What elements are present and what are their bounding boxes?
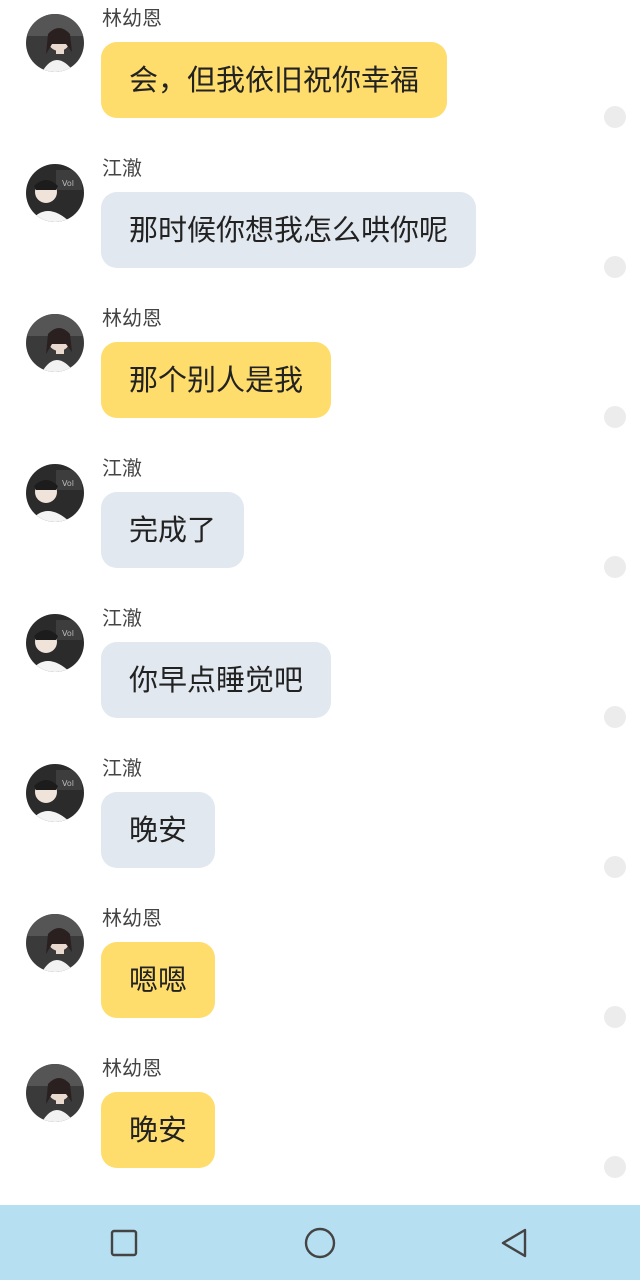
message-bubble[interactable]: 晚安 [101, 1092, 216, 1168]
sender-name: 江澈 [102, 456, 142, 480]
message-bubble[interactable]: 晚安 [101, 792, 216, 868]
avatar-jiang-che[interactable]: Vol [26, 464, 84, 522]
status-dot [604, 1006, 626, 1028]
status-dot [604, 406, 626, 428]
message-list[interactable]: 林幼恩 会，但我依旧祝你幸福 Vol 江澈 那时候你想我怎么哄你呢 林幼恩 那个… [0, 0, 640, 1205]
message-bubble[interactable]: 嗯嗯 [101, 942, 216, 1018]
chat-screen: 林幼恩 会，但我依旧祝你幸福 Vol 江澈 那时候你想我怎么哄你呢 林幼恩 那个… [0, 0, 640, 1280]
status-dot [604, 706, 626, 728]
message-row: Vol 江澈 那时候你想我怎么哄你呢 [0, 150, 640, 300]
message-row: 林幼恩 会，但我依旧祝你幸福 [0, 0, 640, 150]
home-button[interactable] [298, 1221, 342, 1265]
message-bubble[interactable]: 会，但我依旧祝你幸福 [101, 42, 448, 118]
sender-name: 江澈 [102, 606, 142, 630]
status-dot [604, 256, 626, 278]
circle-icon [304, 1227, 336, 1259]
square-icon [110, 1229, 138, 1257]
sender-name: 林幼恩 [102, 906, 162, 930]
message-bubble[interactable]: 完成了 [101, 492, 245, 568]
sender-name: 江澈 [102, 156, 142, 180]
message-bubble[interactable]: 那时候你想我怎么哄你呢 [101, 192, 477, 268]
message-bubble[interactable]: 那个别人是我 [101, 342, 332, 418]
system-navigation-bar [0, 1205, 640, 1280]
sender-name: 林幼恩 [102, 306, 162, 330]
sender-name: 江澈 [102, 756, 142, 780]
message-row: Vol 江澈 你早点睡觉吧 [0, 600, 640, 750]
message-row: 林幼恩 嗯嗯 [0, 900, 640, 1050]
message-row: Vol 江澈 晚安 [0, 750, 640, 900]
avatar-lin-youen[interactable] [26, 14, 84, 72]
message-row: 林幼恩 晚安 [0, 1050, 640, 1200]
avatar-jiang-che[interactable]: Vol [26, 764, 84, 822]
avatar-lin-youen[interactable] [26, 914, 84, 972]
recent-apps-button[interactable] [102, 1221, 146, 1265]
svg-text:Vol: Vol [62, 779, 74, 788]
avatar-jiang-che[interactable]: Vol [26, 164, 84, 222]
avatar-lin-youen[interactable] [26, 1064, 84, 1122]
sender-name: 林幼恩 [102, 1056, 162, 1080]
sender-name: 林幼恩 [102, 6, 162, 30]
status-dot [604, 1156, 626, 1178]
svg-text:Vol: Vol [62, 629, 74, 638]
avatar-lin-youen[interactable] [26, 314, 84, 372]
message-row: Vol 江澈 完成了 [0, 450, 640, 600]
triangle-back-icon [501, 1228, 527, 1258]
svg-text:Vol: Vol [62, 479, 74, 488]
status-dot [604, 856, 626, 878]
back-button[interactable] [492, 1221, 536, 1265]
status-dot [604, 556, 626, 578]
avatar-jiang-che[interactable]: Vol [26, 614, 84, 672]
status-dot [604, 106, 626, 128]
svg-text:Vol: Vol [62, 179, 74, 188]
message-bubble[interactable]: 你早点睡觉吧 [101, 642, 332, 718]
message-row: 林幼恩 那个别人是我 [0, 300, 640, 450]
